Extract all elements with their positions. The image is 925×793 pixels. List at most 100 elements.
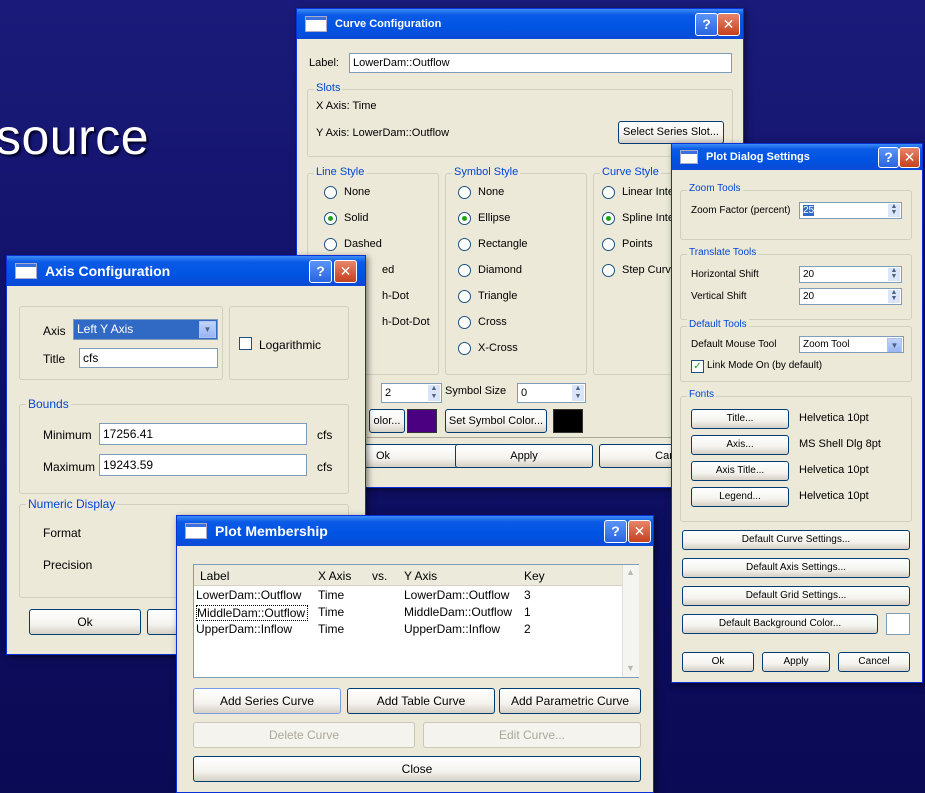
table-row[interactable]: UpperDam::Inflow Time UpperDam::Inflow 2: [194, 621, 622, 637]
ok-button[interactable]: Ok: [357, 444, 467, 468]
close-button[interactable]: ✕: [334, 260, 357, 283]
chevron-down-icon[interactable]: ▼: [199, 321, 216, 338]
label-input[interactable]: LowerDam::Outflow: [349, 53, 732, 73]
default-axis-settings-button[interactable]: Default Axis Settings...: [682, 558, 910, 578]
help-button[interactable]: ?: [878, 147, 899, 168]
line-color-swatch[interactable]: [407, 409, 437, 433]
spin-arrows-icon[interactable]: ▲ ▼: [428, 385, 440, 401]
column-header-y-axis[interactable]: Y Axis: [404, 569, 437, 583]
symbol-none-radio[interactable]: [458, 186, 471, 199]
symbol-color-swatch[interactable]: [553, 409, 583, 433]
plot-membership-titlebar[interactable]: Plot Membership ? ✕: [177, 516, 653, 546]
vertical-shift-spinbox[interactable]: 20 ▲ ▼: [799, 288, 902, 305]
symbol-x-cross-radio[interactable]: [458, 342, 471, 355]
set-symbol-color-button[interactable]: Set Symbol Color...: [445, 409, 547, 433]
apply-button[interactable]: Apply: [455, 444, 593, 468]
horizontal-shift-spinbox[interactable]: 20 ▲ ▼: [799, 266, 902, 283]
default-mouse-tool-select[interactable]: Zoom Tool ▼: [799, 336, 904, 353]
curve-list[interactable]: Label X Axis vs. Y Axis Key LowerDam::Ou…: [193, 564, 639, 678]
symbol-diamond-radio[interactable]: [458, 264, 471, 277]
set-line-color-button[interactable]: olor...: [369, 409, 405, 433]
window-icon: [305, 16, 327, 32]
spin-arrows-icon[interactable]: ▲ ▼: [572, 385, 584, 401]
line-solid-radio[interactable]: [324, 212, 337, 225]
precision-label: Precision: [43, 558, 93, 572]
column-header-key[interactable]: Key: [524, 569, 545, 583]
line-width-spinbox[interactable]: 2 ▲ ▼: [381, 383, 442, 403]
add-series-curve-button[interactable]: Add Series Curve: [193, 688, 341, 714]
axis-font-button[interactable]: Axis...: [691, 435, 789, 455]
ok-button[interactable]: Ok: [29, 609, 141, 635]
curve-linear-label: Linear Inte: [622, 186, 674, 198]
close-button[interactable]: ✕: [899, 147, 920, 168]
plot-dialog-settings-window: Plot Dialog Settings ? ✕ Zoom Tools Zoom…: [671, 143, 923, 683]
default-curve-settings-button[interactable]: Default Curve Settings...: [682, 530, 910, 550]
column-header-x-axis[interactable]: X Axis: [318, 569, 351, 583]
table-row[interactable]: MiddleDam::Outflow Time MiddleDam::Outfl…: [194, 604, 622, 621]
close-dialog-button[interactable]: Close: [193, 756, 641, 782]
minimum-input[interactable]: 17256.41: [99, 423, 307, 445]
delete-curve-button[interactable]: Delete Curve: [193, 722, 415, 748]
bounds-group: Bounds: [19, 397, 349, 494]
table-row[interactable]: LowerDam::Outflow Time LowerDam::Outflow…: [194, 587, 622, 603]
row-key: 3: [524, 588, 531, 602]
help-button[interactable]: ?: [695, 13, 718, 36]
zoom-factor-spinbox[interactable]: 25 ▲ ▼: [799, 202, 902, 219]
axis-title-font-button[interactable]: Axis Title...: [691, 461, 789, 481]
background-color-swatch[interactable]: [886, 613, 910, 635]
close-button[interactable]: ✕: [628, 520, 651, 543]
default-mouse-tool-label: Default Mouse Tool: [691, 339, 777, 350]
title-input[interactable]: cfs: [79, 348, 218, 368]
symbol-cross-radio[interactable]: [458, 316, 471, 329]
line-dash-dot-label: h-Dot: [382, 290, 409, 302]
scroll-up-icon[interactable]: ▲: [626, 567, 635, 577]
symbol-ellipse-radio[interactable]: [458, 212, 471, 225]
cancel-button[interactable]: Cancel: [838, 652, 910, 672]
curve-step-radio[interactable]: [602, 264, 615, 277]
edit-curve-button[interactable]: Edit Curve...: [423, 722, 641, 748]
apply-button[interactable]: Apply: [762, 652, 830, 672]
plot-dialog-titlebar[interactable]: Plot Dialog Settings ? ✕: [672, 144, 922, 170]
row-label: UpperDam::Inflow: [196, 622, 293, 636]
add-table-curve-button[interactable]: Add Table Curve: [347, 688, 495, 714]
close-button[interactable]: ✕: [717, 13, 740, 36]
symbol-size-spinbox[interactable]: 0 ▲ ▼: [517, 383, 586, 403]
add-parametric-curve-button[interactable]: Add Parametric Curve: [499, 688, 641, 714]
curve-spline-radio[interactable]: [602, 212, 615, 225]
y-axis-slot: Y Axis: LowerDam::Outflow: [316, 127, 450, 139]
default-background-color-button[interactable]: Default Background Color...: [682, 614, 878, 634]
column-header-vs[interactable]: vs.: [372, 569, 387, 583]
legend-font-button[interactable]: Legend...: [691, 487, 789, 507]
column-header-label[interactable]: Label: [200, 569, 229, 583]
plot-membership-body: Label X Axis vs. Y Axis Key LowerDam::Ou…: [177, 546, 653, 792]
symbol-triangle-radio[interactable]: [458, 290, 471, 303]
axis-config-titlebar[interactable]: Axis Configuration ? ✕: [7, 256, 365, 286]
default-grid-settings-button[interactable]: Default Grid Settings...: [682, 586, 910, 606]
select-series-slot-button[interactable]: Select Series Slot...: [618, 121, 724, 144]
spin-arrows-icon[interactable]: ▲ ▼: [888, 203, 900, 217]
help-button[interactable]: ?: [309, 260, 332, 283]
vertical-scrollbar[interactable]: ▲ ▼: [622, 565, 639, 677]
help-button[interactable]: ?: [604, 520, 627, 543]
chevron-down-icon[interactable]: ▼: [887, 338, 902, 352]
symbol-cross-label: Cross: [478, 316, 507, 328]
curve-config-titlebar[interactable]: Curve Configuration ? ✕: [297, 9, 743, 39]
symbol-rectangle-radio[interactable]: [458, 238, 471, 251]
line-dashed-radio[interactable]: [324, 238, 337, 251]
scroll-down-icon[interactable]: ▼: [626, 663, 635, 673]
line-none-radio[interactable]: [324, 186, 337, 199]
legend-font-value: Helvetica 10pt: [799, 490, 869, 502]
title-font-button[interactable]: Title...: [691, 409, 789, 429]
logarithmic-checkbox[interactable]: [239, 337, 252, 350]
spin-arrows-icon[interactable]: ▲ ▼: [888, 267, 900, 281]
curve-points-radio[interactable]: [602, 238, 615, 251]
ok-button[interactable]: Ok: [682, 652, 754, 672]
link-mode-checkbox[interactable]: ✓: [691, 360, 704, 373]
spin-arrows-icon[interactable]: ▲ ▼: [888, 289, 900, 303]
curve-linear-radio[interactable]: [602, 186, 615, 199]
curve-step-label: Step Curv: [622, 264, 671, 276]
line-dotted-label: ed: [382, 264, 395, 276]
maximum-input[interactable]: 19243.59: [99, 454, 307, 476]
axis-select[interactable]: Left Y Axis ▼: [73, 319, 218, 340]
link-mode-label: Link Mode On (by default): [707, 360, 823, 371]
